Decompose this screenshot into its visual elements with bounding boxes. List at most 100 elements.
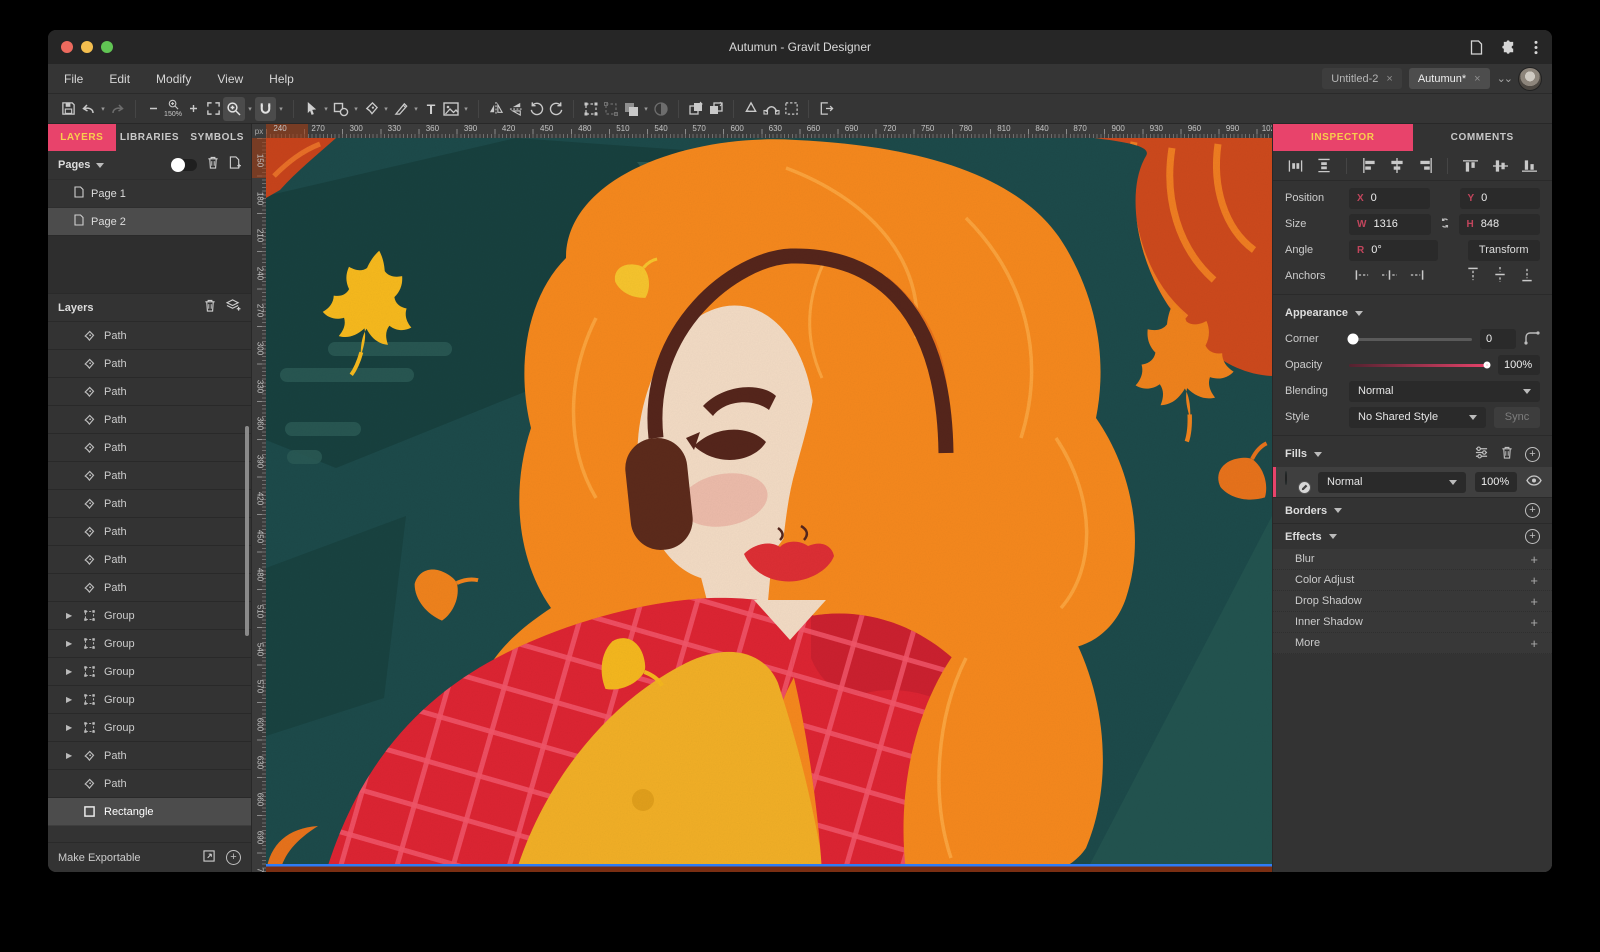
add-border-icon[interactable]: + xyxy=(1525,503,1540,518)
snap-magnet-tool[interactable] xyxy=(255,97,276,121)
document-tab[interactable]: Autumun* × xyxy=(1409,68,1490,89)
make-exportable-bar[interactable]: Make Exportable + xyxy=(48,842,251,872)
distribute-horizontal-icon[interactable] xyxy=(1288,159,1303,173)
corner-value-field[interactable]: 0 xyxy=(1480,329,1516,349)
layer-row[interactable]: ▶ Path xyxy=(48,378,251,406)
select-tool-caret[interactable]: ▾ xyxy=(321,97,331,121)
anchor-top-icon[interactable] xyxy=(1468,267,1478,285)
fills-header[interactable]: Fills + xyxy=(1273,441,1552,467)
effects-header[interactable]: Effects + xyxy=(1273,523,1552,549)
eye-icon[interactable] xyxy=(1526,475,1542,489)
anchor-left-icon[interactable] xyxy=(1355,270,1370,283)
size-width-field[interactable]: W1316 xyxy=(1349,214,1431,235)
zoom-tool-caret[interactable]: ▾ xyxy=(245,97,255,121)
marquee-select-button[interactable] xyxy=(781,97,801,121)
add-effect-icon[interactable]: + xyxy=(1525,529,1540,544)
appearance-header[interactable]: Appearance xyxy=(1273,300,1552,326)
layer-row[interactable]: ▶ Path xyxy=(48,462,251,490)
export-button[interactable] xyxy=(816,97,836,121)
menu-item[interactable]: Modify xyxy=(156,72,191,86)
effect-row[interactable]: Color Adjust + xyxy=(1273,570,1552,591)
layer-row[interactable]: ▶ Group xyxy=(48,658,251,686)
pages-toggle[interactable] xyxy=(171,159,197,171)
left-panel-tab[interactable]: SYMBOLS xyxy=(183,124,251,151)
layer-row[interactable]: ▶ Path xyxy=(48,322,251,350)
expand-arrow-icon[interactable]: ▶ xyxy=(66,639,74,648)
fill-options-icon[interactable] xyxy=(1474,446,1489,462)
image-tool[interactable] xyxy=(441,97,461,121)
fit-screen-button[interactable] xyxy=(203,97,223,121)
tab-close-icon[interactable]: × xyxy=(1474,73,1480,85)
rotate-ccw-button[interactable] xyxy=(526,97,546,121)
undo-button[interactable] xyxy=(78,97,98,121)
align-bottom-icon[interactable] xyxy=(1522,159,1537,173)
rotate-cw-button[interactable] xyxy=(546,97,566,121)
anchor-bottom-icon[interactable] xyxy=(1522,267,1532,285)
flip-vertical-button[interactable] xyxy=(506,97,526,121)
inspector-tab[interactable]: COMMENTS xyxy=(1413,124,1553,151)
add-page-icon[interactable] xyxy=(229,156,241,174)
anchor-middle-vertical-icon[interactable] xyxy=(1495,267,1505,285)
layer-row[interactable]: ▶ Path xyxy=(48,350,251,378)
kebab-menu-icon[interactable] xyxy=(1534,40,1538,55)
menu-item[interactable]: Edit xyxy=(109,72,130,86)
left-panel-tab[interactable]: LIBRARIES xyxy=(116,124,184,151)
ungroup-button[interactable] xyxy=(601,97,621,121)
expand-arrow-icon[interactable]: ▶ xyxy=(66,667,74,676)
effect-row[interactable]: Blur + xyxy=(1273,549,1552,570)
layer-row[interactable]: ▶ Group xyxy=(48,602,251,630)
add-fill-icon[interactable]: + xyxy=(1525,447,1540,462)
add-effect-plus-icon[interactable]: + xyxy=(1530,615,1538,630)
layer-row[interactable]: ▶ Path xyxy=(48,742,251,770)
export-slice-icon[interactable] xyxy=(203,849,216,867)
tab-close-icon[interactable]: × xyxy=(1386,73,1392,85)
redo-button[interactable] xyxy=(108,97,128,121)
align-left-icon[interactable] xyxy=(1362,158,1376,173)
save-button[interactable] xyxy=(58,97,78,121)
left-panel-tab[interactable]: LAYERS xyxy=(48,124,116,151)
vector-path-button[interactable] xyxy=(761,97,781,121)
constrain-proportions-icon[interactable] xyxy=(1439,216,1451,233)
shape-tool-caret[interactable]: ▾ xyxy=(351,97,361,121)
align-top-icon[interactable] xyxy=(1463,159,1478,173)
convert-symbol-button[interactable] xyxy=(741,97,761,121)
boolean-ops-button[interactable] xyxy=(621,97,641,121)
effect-row[interactable]: Drop Shadow + xyxy=(1273,591,1552,612)
menu-item[interactable]: File xyxy=(64,72,83,86)
eyedropper-icon[interactable] xyxy=(1298,481,1311,494)
tab-overflow-icon[interactable]: ⌄⌄ xyxy=(1497,72,1511,85)
inspector-tab[interactable]: INSPECTOR xyxy=(1273,124,1413,151)
zoom-out-button[interactable] xyxy=(143,97,163,121)
expand-arrow-icon[interactable]: ▶ xyxy=(66,723,74,732)
document-icon[interactable] xyxy=(1470,40,1483,55)
avatar[interactable] xyxy=(1518,67,1542,91)
expand-arrow-icon[interactable]: ▶ xyxy=(66,695,74,704)
vertical-ruler[interactable]: 1501802102402703003303603904204504805105… xyxy=(252,138,266,872)
page-row[interactable]: Page 1 xyxy=(48,179,251,207)
size-height-field[interactable]: H848 xyxy=(1459,214,1541,235)
position-x-field[interactable]: X0 xyxy=(1349,188,1430,209)
pen-tool-caret[interactable]: ▾ xyxy=(381,97,391,121)
zoom-in-button[interactable] xyxy=(183,97,203,121)
pen-tool[interactable] xyxy=(361,97,381,121)
knife-tool[interactable] xyxy=(391,97,411,121)
document-tab[interactable]: Untitled-2 × xyxy=(1322,68,1402,89)
menu-item[interactable]: View xyxy=(217,72,243,86)
distribute-vertical-icon[interactable] xyxy=(1317,158,1331,173)
anchor-center-horizontal-icon[interactable] xyxy=(1382,270,1397,283)
blending-select[interactable]: Normal xyxy=(1349,381,1540,402)
fill-blend-select[interactable]: Normal xyxy=(1318,472,1466,493)
add-layer-icon[interactable] xyxy=(226,299,241,317)
trash-icon[interactable] xyxy=(1501,446,1513,462)
transform-button[interactable]: Transform xyxy=(1468,240,1541,261)
scrollbar[interactable] xyxy=(245,426,249,636)
corner-slider[interactable] xyxy=(1349,338,1472,341)
effect-row[interactable]: More + xyxy=(1273,633,1552,654)
add-effect-plus-icon[interactable]: + xyxy=(1530,573,1538,588)
anchor-right-icon[interactable] xyxy=(1409,270,1424,283)
layer-row[interactable]: ▶ Group xyxy=(48,686,251,714)
layer-row[interactable]: ▶ Path xyxy=(48,574,251,602)
align-center-horizontal-icon[interactable] xyxy=(1390,158,1404,173)
image-tool-caret[interactable]: ▾ xyxy=(461,97,471,121)
menu-item[interactable]: Help xyxy=(269,72,294,86)
